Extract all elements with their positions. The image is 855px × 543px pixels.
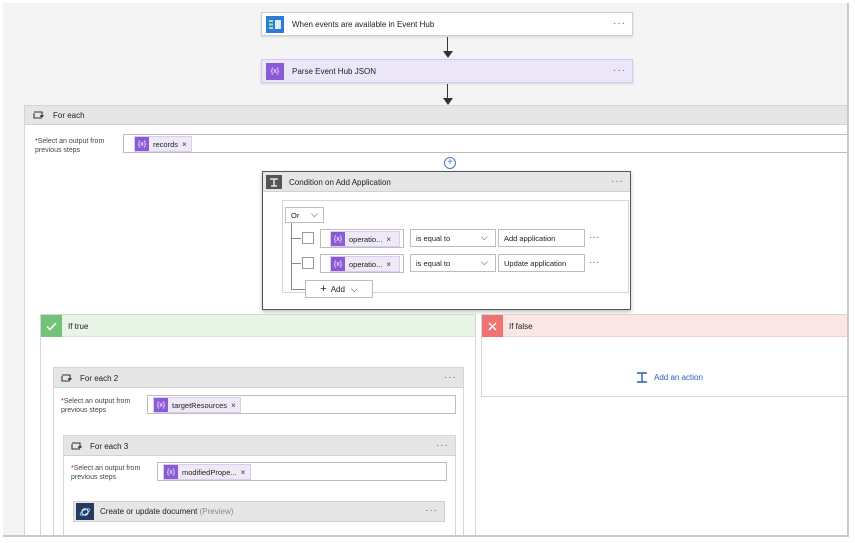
if-true-branch: If true For each 2 ··· *Select an output… xyxy=(40,314,476,535)
event-hub-icon xyxy=(266,16,284,33)
loop-icon xyxy=(31,109,45,121)
if-true-header[interactable]: If true xyxy=(41,315,475,337)
row-1-more-icon[interactable]: ··· xyxy=(589,232,599,243)
connector-arrow-2-head xyxy=(442,98,453,105)
row-1-value-input[interactable]: Add application xyxy=(498,229,585,247)
row-2-more-icon[interactable]: ··· xyxy=(589,257,599,268)
foreach-2-container: For each 2 ··· *Select an output from pre… xyxy=(53,367,464,535)
records-token: {x} records × xyxy=(134,136,192,152)
foreach-2-select-label: *Select an output from previous steps xyxy=(61,398,131,414)
foreach-title: For each xyxy=(53,111,85,120)
expression-icon: {x} xyxy=(331,257,345,271)
if-false-header[interactable]: If false xyxy=(482,315,847,337)
row-2-operator: is equal to xyxy=(416,258,451,268)
loop-icon xyxy=(69,440,83,452)
condition-card: Condition on Add Application ··· Or ⌵ {x… xyxy=(262,171,631,310)
plus-icon: + xyxy=(320,283,327,295)
close-icon xyxy=(482,315,503,337)
trigger-title: When events are available in Event Hub xyxy=(292,20,435,29)
connector-arrow-1-head xyxy=(442,51,453,58)
foreach-2-select-input[interactable]: {x} targetResources × xyxy=(147,395,456,414)
remove-token-icon[interactable]: × xyxy=(386,260,391,269)
row-1-operator-select[interactable]: is equal to ⌵ xyxy=(410,229,496,247)
records-token-label: records xyxy=(153,139,179,149)
add-action-label: Add an action xyxy=(654,373,703,382)
remove-token-icon[interactable]: × xyxy=(386,235,391,244)
condition-icon xyxy=(266,175,282,189)
expression-icon: {x} xyxy=(164,465,178,479)
row-2-value-input[interactable]: Update application xyxy=(498,254,585,272)
row-2-value: Update application xyxy=(504,258,567,268)
expression-icon: {x} xyxy=(154,398,168,412)
target-resources-label: targetResources xyxy=(172,400,228,410)
designer-canvas: When events are available in Event Hub ·… xyxy=(3,3,849,537)
tree-branch-2 xyxy=(291,263,301,264)
remove-token-icon[interactable]: × xyxy=(231,401,236,410)
row-2-token-label: operatio... xyxy=(349,259,383,269)
foreach-select-input[interactable]: {x} records × xyxy=(123,134,847,153)
condition-more-icon[interactable]: ··· xyxy=(611,176,624,187)
parse-json-icon: {x} xyxy=(266,63,284,80)
if-true-title: If true xyxy=(68,322,89,331)
row-1-operator: is equal to xyxy=(416,233,451,243)
loop-icon xyxy=(59,372,73,384)
add-action-button[interactable]: Add an action xyxy=(636,372,703,383)
row-2-checkbox[interactable] xyxy=(302,257,314,269)
modified-properties-label: modifiedPrope... xyxy=(182,467,237,477)
foreach-header[interactable]: For each xyxy=(25,106,847,125)
expression-icon: {x} xyxy=(135,137,149,151)
tree-branch-1 xyxy=(291,238,301,239)
modified-properties-token: {x} modifiedPrope... × xyxy=(163,464,251,480)
add-condition-label: Add xyxy=(330,284,345,294)
foreach-2-title: For each 2 xyxy=(80,374,119,383)
parse-json-title: Parse Event Hub JSON xyxy=(292,67,377,76)
expression-icon: {x} xyxy=(331,232,345,246)
cosmos-db-icon xyxy=(76,503,94,520)
foreach-2-more-icon[interactable]: ··· xyxy=(444,372,457,383)
tree-line xyxy=(291,223,292,289)
condition-header[interactable]: Condition on Add Application ··· xyxy=(263,172,630,192)
foreach-3-title: For each 3 xyxy=(90,442,129,451)
foreach-3-header[interactable]: For each 3 ··· xyxy=(64,436,455,456)
add-action-icon xyxy=(637,372,647,383)
trigger-more-icon[interactable]: ··· xyxy=(613,18,626,29)
row-1-checkbox[interactable] xyxy=(302,232,314,244)
chevron-down-icon: ⌵ xyxy=(350,283,358,294)
condition-title: Condition on Add Application xyxy=(289,178,391,187)
row-1-value: Add application xyxy=(504,233,556,243)
document-title: Create or update document (Preview) xyxy=(100,507,234,516)
foreach-3-select-input[interactable]: {x} modifiedPrope... × xyxy=(157,462,447,481)
group-operator-value: Or xyxy=(291,210,300,220)
document-more-icon[interactable]: ··· xyxy=(425,505,438,516)
if-false-title: If false xyxy=(509,322,533,331)
chevron-down-icon: ⌵ xyxy=(481,232,488,242)
parse-json-more-icon[interactable]: ··· xyxy=(613,65,626,76)
add-condition-button[interactable]: + Add ⌵ xyxy=(305,280,373,298)
if-false-branch: If false Add an action xyxy=(481,314,847,397)
row-1-token: {x} operatio... × xyxy=(330,231,400,247)
chevron-down-icon: ⌵ xyxy=(311,209,318,219)
document-card[interactable]: Create or update document (Preview) ··· xyxy=(73,501,445,522)
foreach-select-label: *Select an output from previous steps xyxy=(35,138,105,154)
foreach-3-more-icon[interactable]: ··· xyxy=(436,440,449,451)
foreach-3-select-label: *Select an output from previous steps xyxy=(71,465,141,481)
row-2-operand[interactable]: {x} operatio... × xyxy=(320,254,404,273)
row-1-operand[interactable]: {x} operatio... × xyxy=(320,229,404,248)
add-step-icon[interactable]: + xyxy=(444,157,456,169)
parse-json-card[interactable]: {x} Parse Event Hub JSON ··· xyxy=(261,59,633,83)
foreach-2-header[interactable]: For each 2 ··· xyxy=(54,368,463,388)
group-operator-select[interactable]: Or ⌵ xyxy=(285,207,324,223)
remove-token-icon[interactable]: × xyxy=(182,140,187,149)
foreach-3-container: For each 3 ··· *Select an output from pre… xyxy=(63,435,456,535)
row-2-operator-select[interactable]: is equal to ⌵ xyxy=(410,254,496,272)
checkmark-icon xyxy=(41,315,62,337)
target-resources-token: {x} targetResources × xyxy=(153,397,241,413)
chevron-down-icon: ⌵ xyxy=(481,257,488,267)
row-1-token-label: operatio... xyxy=(349,234,383,244)
remove-token-icon[interactable]: × xyxy=(241,468,246,477)
tree-branch-3 xyxy=(291,289,305,290)
trigger-card[interactable]: When events are available in Event Hub ·… xyxy=(261,12,633,36)
row-2-token: {x} operatio... × xyxy=(330,256,400,272)
